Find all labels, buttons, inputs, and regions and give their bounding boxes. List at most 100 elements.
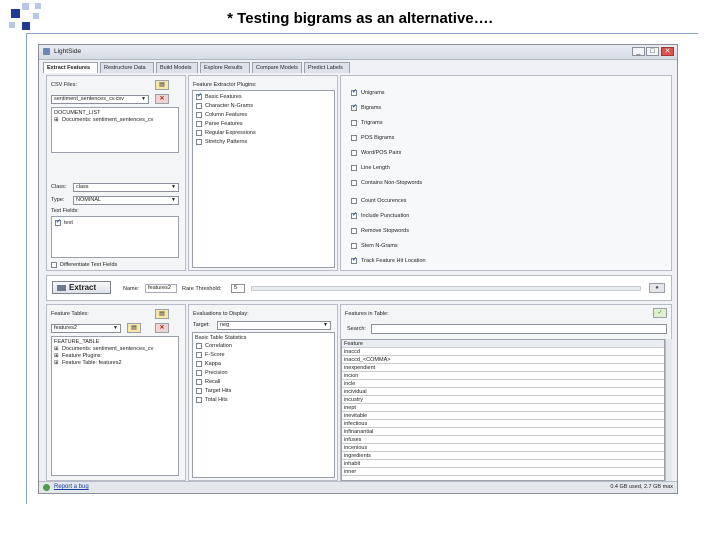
class-select[interactable]: class ▼ — [73, 183, 179, 192]
table-row[interactable]: incividual — [342, 388, 664, 396]
table-row[interactable]: incle — [342, 380, 664, 388]
metric-checkbox[interactable] — [196, 397, 202, 403]
search-input[interactable] — [371, 324, 667, 334]
table-row[interactable]: inner — [342, 468, 664, 476]
metric-checkbox[interactable] — [196, 388, 202, 394]
metric-label: F-Score — [205, 352, 225, 358]
metric-label: Precision — [205, 370, 228, 376]
table-row[interactable]: inaccd_<COMMA> — [342, 356, 664, 364]
chevron-down-icon: ▼ — [323, 322, 328, 328]
option-checkbox[interactable] — [351, 243, 357, 249]
plugin-label: Regular Expressions — [205, 130, 256, 136]
plugin-label: Parse Features — [205, 121, 243, 127]
metric-checkbox[interactable] — [196, 352, 202, 358]
option-checkbox[interactable] — [351, 103, 357, 111]
open-folder-button[interactable]: ▤ — [155, 80, 169, 90]
save-table-button[interactable]: ▤ — [127, 323, 141, 333]
tab-build-models[interactable]: Build Models — [156, 62, 198, 73]
plugin-checkbox[interactable] — [196, 103, 202, 109]
option-checkbox[interactable] — [351, 135, 357, 141]
tree-expand-icon[interactable]: ⊞ — [54, 360, 59, 366]
table-row[interactable]: incenious — [342, 444, 664, 452]
type-select[interactable]: NOMINAL ▼ — [73, 196, 179, 205]
option-checkbox[interactable] — [351, 256, 357, 264]
bug-icon — [43, 484, 50, 491]
tree-expand-icon[interactable]: ⊞ — [54, 117, 59, 123]
plugin-checkbox[interactable] — [196, 92, 202, 100]
feature-table-select[interactable]: features2 ▼ — [51, 324, 121, 333]
metric-checkbox[interactable] — [196, 379, 202, 385]
plugin-label: Character N-Grams — [205, 103, 253, 109]
option-checkbox[interactable] — [351, 211, 357, 219]
title-bar[interactable]: LightSide _ □ ✕ — [39, 45, 677, 60]
tree-expand-icon[interactable]: ⊞ — [54, 353, 59, 359]
extract-bar: Extract Name: features2 Rare Threshold: … — [46, 275, 672, 301]
rare-threshold-input[interactable]: 5 — [231, 284, 245, 293]
plugin-checkbox[interactable] — [196, 130, 202, 136]
table-row[interactable]: incustry — [342, 396, 664, 404]
option-checkbox[interactable] — [351, 150, 357, 156]
target-select[interactable]: neg ▼ — [217, 321, 331, 330]
tab-compare-models[interactable]: Compare Models — [252, 62, 302, 73]
stop-button[interactable]: ● — [649, 283, 665, 293]
metric-checkbox[interactable] — [196, 370, 202, 376]
feature-table-name-input[interactable]: features2 — [145, 284, 177, 293]
progress-bar — [251, 286, 641, 291]
feature-table-tree[interactable]: FEATURE_TABLE ⊞ Documents: sentiment_sen… — [51, 336, 179, 476]
csv-file-select[interactable]: sentiment_sentences_cv.csv ▼ — [51, 95, 149, 104]
tree-item[interactable]: Documents: sentiment_sentences_cv — [62, 117, 153, 123]
text-field-label: text — [64, 220, 73, 226]
table-row[interactable]: inept — [342, 404, 664, 412]
metric-checkbox[interactable] — [196, 361, 202, 367]
tab-predict-labels[interactable]: Predict Labels — [304, 62, 350, 73]
minimize-button[interactable]: _ — [632, 47, 645, 56]
document-list-tree[interactable]: DOCUMENT_LIST ⊞ Documents: sentiment_sen… — [51, 107, 179, 153]
table-row[interactable]: infuses — [342, 436, 664, 444]
option-checkbox[interactable] — [351, 165, 357, 171]
column-header-feature[interactable]: Feature — [342, 340, 664, 348]
option-checkbox[interactable] — [351, 88, 357, 96]
chevron-down-icon: ▼ — [171, 197, 176, 203]
plugin-label: Stretchy Patterns — [205, 139, 248, 145]
table-row[interactable]: ingredients — [342, 452, 664, 460]
table-row[interactable]: infectious — [342, 420, 664, 428]
plugins-list: Basic Features Character N-Grams Column … — [192, 90, 335, 268]
text-field-checkbox[interactable] — [55, 218, 61, 226]
tree-item[interactable]: Feature Plugins: — [62, 353, 102, 359]
option-checkbox[interactable] — [351, 228, 357, 234]
table-row[interactable]: infinanantial — [342, 428, 664, 436]
option-label: Count Occurences — [361, 198, 407, 204]
metric-checkbox[interactable] — [196, 343, 202, 349]
table-row[interactable]: incion — [342, 372, 664, 380]
option-checkbox[interactable] — [351, 120, 357, 126]
plugin-checkbox[interactable] — [196, 139, 202, 145]
export-button[interactable]: ✓ — [653, 308, 667, 318]
stats-header: Basic Table Statistics — [195, 335, 247, 341]
tab-extract-features[interactable]: Extract Features — [43, 62, 98, 73]
maximize-button[interactable]: □ — [646, 47, 659, 56]
tab-restructure-data[interactable]: Restructure Data — [100, 62, 154, 73]
table-row[interactable]: inevitable — [342, 412, 664, 420]
table-row[interactable]: inaccd — [342, 348, 664, 356]
text-fields-label: Text Fields: — [51, 208, 79, 214]
remove-csv-button[interactable]: ✕ — [155, 94, 169, 104]
tree-root: FEATURE_TABLE — [54, 339, 100, 345]
tree-expand-icon[interactable]: ⊞ — [54, 346, 59, 352]
plugin-checkbox[interactable] — [196, 121, 202, 127]
plugin-checkbox[interactable] — [196, 112, 202, 118]
option-label: Track Feature Hit Location — [361, 258, 426, 264]
report-bug-link[interactable]: Report a bug — [54, 484, 89, 490]
table-row[interactable]: inexpendient — [342, 364, 664, 372]
table-row[interactable]: inhabit — [342, 460, 664, 468]
tab-explore-results[interactable]: Explore Results — [200, 62, 250, 73]
tree-item[interactable]: Feature Table: features2 — [62, 360, 122, 366]
remove-table-button[interactable]: ✕ — [155, 323, 169, 333]
option-checkbox[interactable] — [351, 198, 357, 204]
tree-item[interactable]: Documents: sentiment_sentences_cv — [62, 346, 153, 352]
option-checkbox[interactable] — [351, 180, 357, 186]
table-scrollbar[interactable] — [665, 339, 672, 481]
open-table-button[interactable]: ▤ — [155, 309, 169, 319]
differentiate-checkbox[interactable] — [51, 262, 57, 268]
extract-button[interactable]: Extract — [52, 281, 111, 294]
close-button[interactable]: ✕ — [661, 47, 674, 56]
